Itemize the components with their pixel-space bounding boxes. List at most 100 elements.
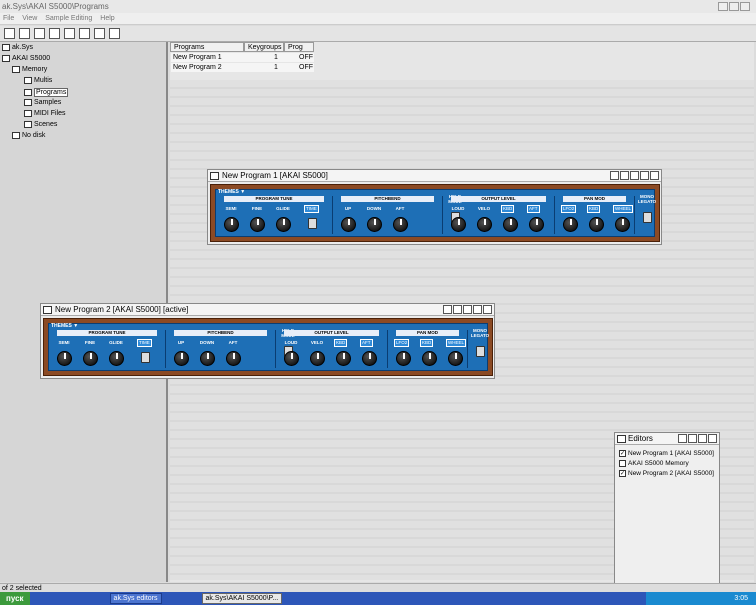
rotary-knob[interactable] (529, 217, 544, 232)
grid-icon[interactable] (49, 28, 60, 39)
window-title-bar[interactable]: New Program 2 [AKAI S5000] [active] (41, 304, 494, 316)
rotary-knob[interactable] (57, 351, 72, 366)
checkbox[interactable]: ✓ (619, 470, 626, 477)
rotary-knob[interactable] (310, 351, 325, 366)
rotary-knob[interactable] (226, 351, 241, 366)
close-button[interactable] (740, 2, 750, 11)
menu-view[interactable]: View (22, 15, 37, 22)
rotary-knob[interactable] (422, 351, 437, 366)
back-icon[interactable] (4, 28, 15, 39)
table-row[interactable]: New Program 1 1 OFF (171, 53, 314, 62)
tree-node[interactable]: Multis (24, 77, 52, 84)
rotary-knob[interactable] (448, 351, 463, 366)
close-button[interactable] (483, 305, 492, 314)
tree-node[interactable]: Programs (24, 88, 69, 97)
toggle-switch[interactable] (643, 212, 652, 223)
minimize-button[interactable] (718, 2, 728, 11)
close-button[interactable] (708, 434, 717, 443)
task-main-window[interactable]: ak.Sys\AKAI S5000\P... (201, 593, 283, 604)
time-button[interactable]: TIME (137, 339, 152, 347)
tools-icon[interactable] (109, 28, 120, 39)
knob-source-button[interactable]: LFO2 (561, 205, 577, 213)
tree-node[interactable]: Scenes (24, 121, 57, 128)
maximize-button[interactable] (640, 171, 649, 180)
rotary-knob[interactable] (250, 217, 265, 232)
editor-item[interactable]: ✓ New Program 1 [AKAI S5000] (619, 450, 714, 457)
window-title-bar[interactable]: New Program 1 [AKAI S5000] (208, 170, 661, 182)
maximize-button[interactable] (698, 434, 707, 443)
rotary-knob[interactable] (109, 351, 124, 366)
toggle-switch[interactable] (476, 346, 485, 357)
toggle-switch[interactable] (308, 218, 317, 229)
sampler-icon[interactable] (94, 28, 105, 39)
time-button[interactable]: TIME (304, 205, 319, 213)
themes-menu[interactable]: THEMES ▼ (51, 323, 78, 329)
rotary-knob[interactable] (477, 217, 492, 232)
menu-help[interactable]: Help (100, 15, 114, 22)
rotary-knob[interactable] (393, 217, 408, 232)
checkbox[interactable] (619, 460, 626, 467)
checkbox[interactable]: ✓ (619, 450, 626, 457)
tree-node[interactable]: Samples (24, 99, 61, 106)
tree-node[interactable]: No disk (12, 132, 45, 139)
rotary-knob[interactable] (367, 217, 382, 232)
rotary-knob[interactable] (396, 351, 411, 366)
rotary-knob[interactable] (83, 351, 98, 366)
editor-icon[interactable] (79, 28, 90, 39)
filter-button[interactable] (610, 171, 619, 180)
tree-node[interactable]: Memory (12, 66, 47, 73)
forward-icon[interactable] (19, 28, 30, 39)
minimize-button[interactable] (688, 434, 697, 443)
column-header-prog-num[interactable]: Prog Num (284, 42, 314, 60)
editors-title-bar[interactable]: Editors (615, 433, 719, 445)
rotary-knob[interactable] (200, 351, 215, 366)
search-icon[interactable] (64, 28, 75, 39)
maximize-button[interactable] (729, 2, 739, 11)
program-editor-window-2[interactable]: New Program 2 [AKAI S5000] [active] THEM… (40, 303, 495, 379)
editor-item[interactable]: AKAI S5000 Memory (619, 460, 689, 467)
program-editor-window-1[interactable]: New Program 1 [AKAI S5000] THEMES ▼ PROGR… (207, 169, 662, 245)
knob-source-button[interactable]: AFT (527, 205, 540, 213)
rotary-knob[interactable] (563, 217, 578, 232)
menu-sample-editing[interactable]: Sample Editing (45, 15, 92, 22)
rotary-knob[interactable] (341, 217, 356, 232)
rotary-knob[interactable] (336, 351, 351, 366)
menu-file[interactable]: File (3, 15, 14, 22)
knob-source-button[interactable]: KBD (334, 339, 348, 347)
rotary-knob[interactable] (224, 217, 239, 232)
themes-menu[interactable]: THEMES ▼ (218, 189, 245, 195)
filter-button[interactable] (443, 305, 452, 314)
close-button[interactable] (650, 171, 659, 180)
pin-button[interactable] (620, 171, 629, 180)
rotary-knob[interactable] (362, 351, 377, 366)
minimize-button[interactable] (630, 171, 639, 180)
minimize-button[interactable] (463, 305, 472, 314)
rotary-knob[interactable] (284, 351, 299, 366)
up-icon[interactable] (34, 28, 45, 39)
filter-button[interactable] (678, 434, 687, 443)
rotary-knob[interactable] (589, 217, 604, 232)
knob-source-button[interactable]: KBD (587, 205, 601, 213)
start-button[interactable]: пуск (0, 592, 30, 605)
rotary-knob[interactable] (451, 217, 466, 232)
tree-node[interactable]: MIDI Files (24, 110, 66, 117)
rotary-knob[interactable] (615, 217, 630, 232)
pin-button[interactable] (453, 305, 462, 314)
knob-source-button[interactable]: LFO2 (394, 339, 410, 347)
knob-source-button[interactable]: WHEEL (446, 339, 467, 347)
column-header-programs[interactable]: Programs (170, 42, 244, 52)
toggle-switch[interactable] (141, 352, 150, 363)
tree-node[interactable]: ak.Sys (2, 44, 33, 51)
knob-source-button[interactable]: KBD (420, 339, 434, 347)
rotary-knob[interactable] (276, 217, 291, 232)
maximize-button[interactable] (473, 305, 482, 314)
editor-item[interactable]: ✓ New Program 2 [AKAI S5000] (619, 470, 714, 477)
tree-node[interactable]: AKAI S5000 (2, 55, 50, 62)
task-editors[interactable]: ak.Sys editors (109, 593, 162, 604)
column-header-keygroups[interactable]: Keygroups (244, 42, 284, 52)
rotary-knob[interactable] (503, 217, 518, 232)
knob-source-button[interactable]: KBD (501, 205, 515, 213)
knob-source-button[interactable]: WHEEL (613, 205, 634, 213)
knob-source-button[interactable]: AFT (360, 339, 373, 347)
table-row[interactable]: New Program 2 1 OFF (171, 63, 314, 72)
